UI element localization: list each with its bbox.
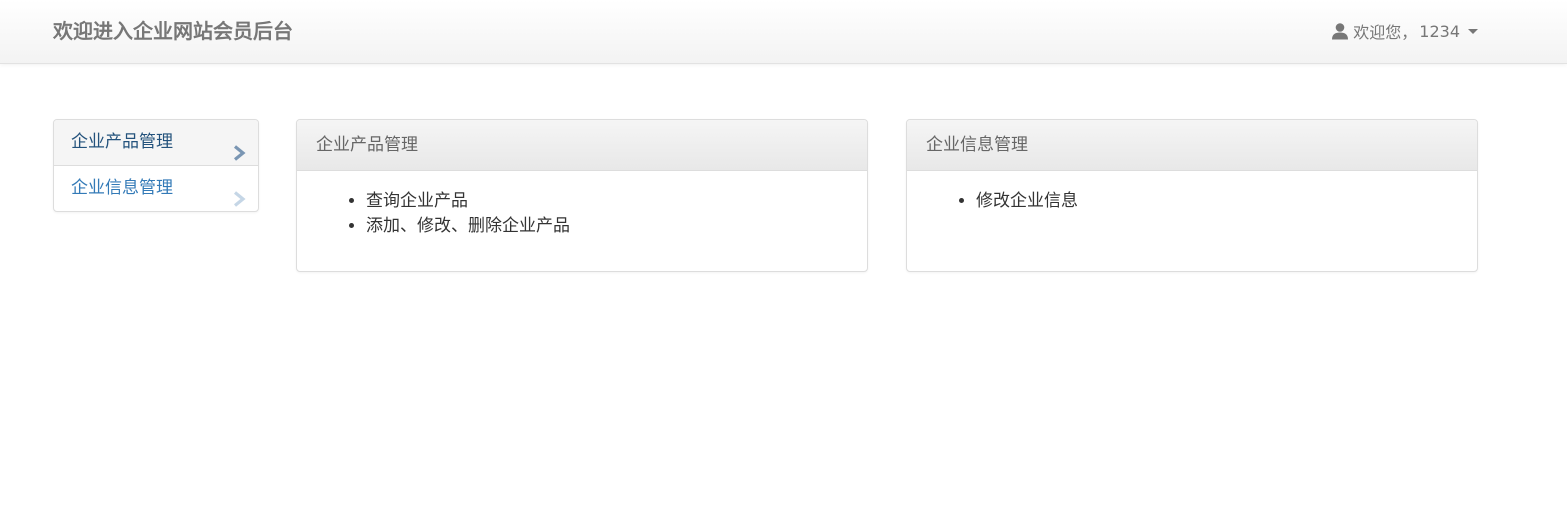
list-item: 修改企业信息	[976, 189, 1477, 214]
sidebar-nav: 企业产品管理 企业信息管理	[53, 119, 259, 212]
panel-body: 修改企业信息	[907, 189, 1477, 214]
top-navbar: 欢迎进入企业网站会员后台 欢迎您， 1234	[0, 0, 1567, 64]
username: 1234	[1419, 21, 1460, 41]
user-icon	[1331, 22, 1349, 40]
feature-list: 查询企业产品 添加、修改、删除企业产品	[297, 189, 867, 239]
chevron-right-icon	[232, 134, 246, 161]
user-dropdown-toggle[interactable]: 欢迎您， 1234	[1331, 18, 1478, 44]
panel-title: 企业信息管理	[907, 120, 1477, 171]
list-item: 查询企业产品	[366, 189, 867, 214]
list-item: 添加、修改、删除企业产品	[366, 214, 867, 239]
panel-body: 查询企业产品 添加、修改、删除企业产品	[297, 189, 867, 239]
user-greeting: 欢迎您，	[1353, 23, 1418, 42]
sidebar-item-company-info[interactable]: 企业信息管理	[54, 165, 258, 211]
sidebar-item-products[interactable]: 企业产品管理	[54, 120, 258, 165]
caret-down-icon	[1468, 28, 1478, 34]
feature-list: 修改企业信息	[907, 189, 1477, 214]
brand-title[interactable]: 欢迎进入企业网站会员后台	[53, 17, 293, 45]
sidebar-item-label: 企业产品管理	[71, 132, 173, 152]
sidebar-item-label: 企业信息管理	[71, 178, 173, 198]
panel-product-management: 企业产品管理 查询企业产品 添加、修改、删除企业产品	[296, 119, 868, 272]
panel-company-info-management: 企业信息管理 修改企业信息	[906, 119, 1478, 272]
panel-title: 企业产品管理	[297, 120, 867, 171]
chevron-right-icon	[232, 180, 246, 207]
